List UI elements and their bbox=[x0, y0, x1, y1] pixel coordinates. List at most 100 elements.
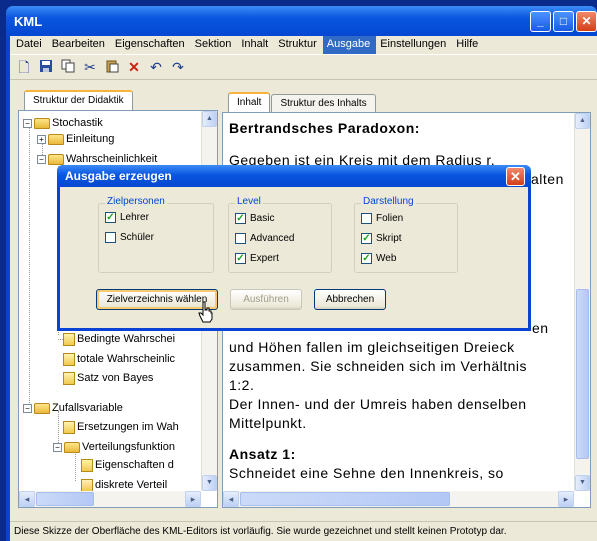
delete-icon[interactable]: ✕ bbox=[126, 59, 142, 75]
redo-icon[interactable]: ↷ bbox=[170, 59, 186, 75]
tree-node-einleitung[interactable]: + Einleitung bbox=[37, 131, 114, 147]
paste-icon[interactable] bbox=[104, 59, 120, 75]
content-subtitle: Ansatz 1: bbox=[229, 446, 296, 462]
tree-node-label: Bedingte Wahrschei bbox=[77, 333, 176, 345]
run-button[interactable]: Ausführen bbox=[230, 289, 302, 310]
tab-inhalt[interactable]: Inhalt bbox=[228, 92, 271, 114]
checkbox-label: Expert bbox=[250, 253, 279, 264]
menu-einstellungen[interactable]: Einstellungen bbox=[376, 36, 452, 54]
tab-struktur-der-didaktik[interactable]: Struktur der Didaktik bbox=[24, 90, 133, 112]
content-body-4: Der Innen- und der Umreis haben denselbe… bbox=[229, 396, 527, 412]
scroll-left-icon[interactable]: ◂ bbox=[19, 491, 35, 507]
copy-icon[interactable] bbox=[60, 59, 76, 75]
maximize-button[interactable]: □ bbox=[553, 11, 574, 32]
content-line-cut-en: en bbox=[532, 320, 549, 336]
group-label: Darstellung bbox=[361, 196, 416, 207]
checkbox-expert[interactable]: ✓ Expert bbox=[235, 253, 279, 264]
title-bar[interactable]: KML _ □ ✕ bbox=[6, 6, 597, 36]
menu-inhalt[interactable]: Inhalt bbox=[237, 36, 274, 54]
checkbox-label: Web bbox=[376, 253, 397, 264]
scroll-thumb[interactable] bbox=[36, 492, 94, 506]
tree-node-label: Zufallsvariable bbox=[52, 402, 123, 414]
document-icon bbox=[63, 352, 75, 366]
checkbox-schueler[interactable]: Schüler bbox=[105, 232, 154, 243]
undo-icon[interactable]: ↶ bbox=[148, 59, 164, 75]
cancel-button[interactable]: Abbrechen bbox=[314, 289, 386, 310]
collapse-icon[interactable]: − bbox=[53, 442, 62, 452]
tab-struktur-des-inhalts[interactable]: Struktur des Inhalts bbox=[271, 94, 376, 114]
scroll-right-icon[interactable]: ▸ bbox=[558, 491, 574, 507]
checkbox-empty-icon[interactable] bbox=[361, 213, 372, 224]
group-label: Level bbox=[235, 196, 263, 207]
menu-bearbeiten[interactable]: Bearbeiten bbox=[48, 36, 111, 54]
tree-node-verteilungsfunktion[interactable]: − Verteilungsfunktion bbox=[53, 439, 175, 455]
scroll-up-icon[interactable]: ▲ bbox=[202, 111, 217, 127]
new-document-icon[interactable]: 🗋 bbox=[16, 59, 32, 75]
tree-node-bedingte[interactable]: Bedingte Wahrschei bbox=[58, 331, 176, 347]
collapse-icon[interactable]: − bbox=[23, 118, 32, 128]
menu-datei[interactable]: Datei bbox=[12, 36, 48, 54]
scroll-down-icon[interactable]: ▼ bbox=[575, 475, 590, 491]
tree-node-label: Wahrscheinlichkeit bbox=[66, 153, 158, 165]
content-body-5: Mittelpunkt. bbox=[229, 415, 307, 431]
checkbox-empty-icon[interactable] bbox=[235, 233, 246, 244]
checkmark-icon[interactable]: ✓ bbox=[105, 212, 116, 223]
content-last-line: Schneidet eine Sehne den Innenkreis, so bbox=[229, 465, 504, 481]
tree-node-ersetzungen[interactable]: Ersetzungen im Wah bbox=[63, 419, 179, 435]
checkbox-web[interactable]: ✓ Web bbox=[361, 253, 396, 264]
folder-open-icon bbox=[34, 402, 50, 414]
expand-icon[interactable]: + bbox=[37, 134, 46, 144]
menu-ausgabe[interactable]: Ausgabe bbox=[322, 36, 377, 54]
save-icon[interactable] bbox=[38, 59, 54, 75]
toolbar: 🗋 ✂ ✕ ↶ ↷ bbox=[10, 54, 597, 80]
checkbox-lehrer[interactable]: ✓ Lehrer bbox=[105, 212, 149, 223]
scroll-left-icon[interactable]: ◂ bbox=[223, 491, 239, 507]
content-body-1: und Höhen fallen im gleichseitigen Dreie… bbox=[229, 339, 515, 355]
checkbox-label: Advanced bbox=[250, 233, 295, 244]
checkmark-icon[interactable]: ✓ bbox=[235, 213, 246, 224]
checkbox-empty-icon[interactable] bbox=[105, 232, 116, 243]
menu-hilfe[interactable]: Hilfe bbox=[452, 36, 484, 54]
dialog-body: Zielpersonen ✓ Lehrer Schüler Level ✓ Ba… bbox=[60, 187, 528, 328]
tree-node-eigenschaften[interactable]: Eigenschaften d bbox=[81, 457, 174, 473]
scroll-thumb[interactable] bbox=[240, 492, 450, 506]
scroll-down-icon[interactable]: ▼ bbox=[202, 475, 217, 491]
dialog-close-icon[interactable]: ✕ bbox=[506, 167, 525, 186]
tree-node-totale[interactable]: totale Wahrscheinlic bbox=[63, 351, 175, 367]
dialog-title-bar[interactable]: Ausgabe erzeugen bbox=[57, 165, 531, 187]
menu-eigenschaften[interactable]: Eigenschaften bbox=[111, 36, 191, 54]
checkbox-basic[interactable]: ✓ Basic bbox=[235, 213, 274, 224]
tree-node-bayes[interactable]: Satz von Bayes bbox=[63, 370, 153, 386]
collapse-icon[interactable]: − bbox=[37, 154, 46, 164]
checkbox-label: Lehrer bbox=[120, 212, 149, 223]
content-horizontal-scrollbar[interactable]: ◂ ▸ bbox=[223, 491, 574, 507]
checkbox-folien[interactable]: Folien bbox=[361, 213, 403, 224]
menu-bar: Datei Bearbeiten Eigenschaften Sektion I… bbox=[10, 36, 597, 54]
checkbox-label: Basic bbox=[250, 213, 275, 224]
checkbox-advanced[interactable]: Advanced bbox=[235, 233, 294, 244]
checkmark-icon[interactable]: ✓ bbox=[361, 253, 372, 264]
document-icon bbox=[81, 458, 93, 472]
minimize-button[interactable]: _ bbox=[530, 11, 551, 32]
menu-struktur[interactable]: Struktur bbox=[274, 36, 323, 54]
tree-horizontal-scrollbar[interactable]: ◂ ▸ bbox=[19, 491, 201, 507]
tree-node-zufallsvariable[interactable]: − Zufallsvariable bbox=[23, 400, 123, 416]
tree-node-label: diskrete Verteil bbox=[95, 479, 168, 491]
cut-icon[interactable]: ✂ bbox=[82, 59, 98, 75]
checkmark-icon[interactable]: ✓ bbox=[235, 253, 246, 264]
checkbox-skript[interactable]: ✓ Skript bbox=[361, 233, 402, 244]
menu-sektion[interactable]: Sektion bbox=[191, 36, 238, 54]
content-body-3: 1:2. bbox=[229, 377, 255, 393]
collapse-icon[interactable]: − bbox=[23, 403, 32, 413]
checkmark-icon[interactable]: ✓ bbox=[361, 233, 372, 244]
content-vertical-scrollbar[interactable]: ▲ ▼ bbox=[574, 113, 590, 491]
scroll-right-icon[interactable]: ▸ bbox=[185, 491, 201, 507]
tree-node-stochastik[interactable]: − Stochastik bbox=[23, 115, 103, 131]
checkbox-label: Folien bbox=[376, 213, 404, 224]
scroll-thumb[interactable] bbox=[576, 289, 589, 459]
tree-node-label: Verteilungsfunktion bbox=[82, 441, 175, 453]
dialog-title: Ausgabe erzeugen bbox=[65, 169, 172, 183]
scroll-up-icon[interactable]: ▲ bbox=[575, 113, 590, 129]
checkbox-label: Skript bbox=[376, 233, 402, 244]
close-button[interactable]: ✕ bbox=[576, 11, 597, 32]
